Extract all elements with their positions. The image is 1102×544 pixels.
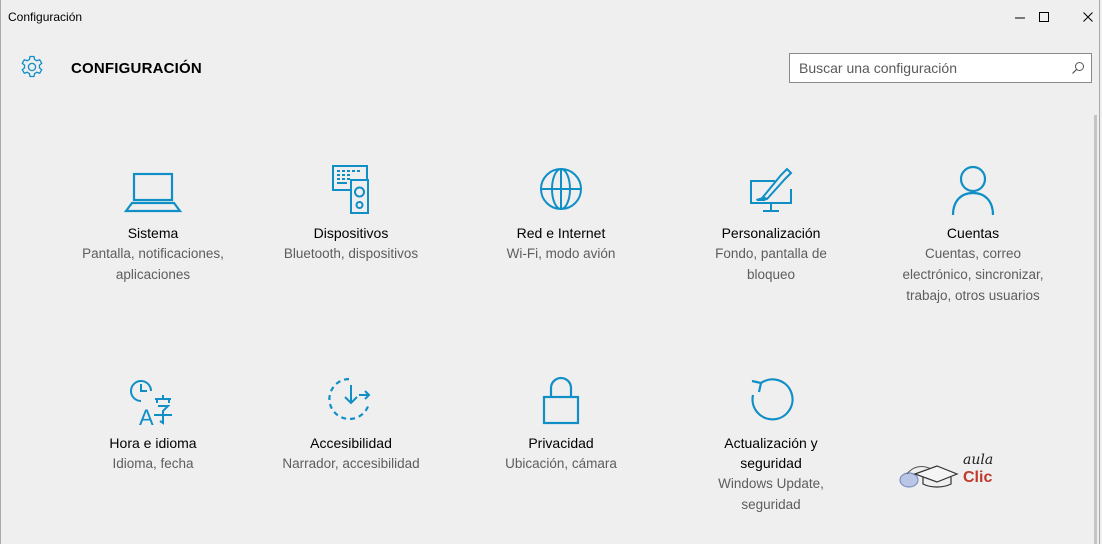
tile-desc: Fondo, pantalla de	[715, 246, 827, 261]
maximize-icon	[1039, 12, 1049, 22]
search-placeholder: Buscar una configuración	[799, 60, 957, 76]
close-icon	[1083, 12, 1093, 22]
tile-name: Sistema	[127, 225, 179, 241]
tile-desc: trabajo, otros usuarios	[906, 288, 1040, 303]
tile-cuentas[interactable]: Cuentas Cuentas, correo electrónico, sin…	[873, 163, 1073, 306]
tile-name: Dispositivos	[313, 225, 389, 241]
tile-sistema[interactable]: Sistema Pantalla, notificaciones, aplica…	[53, 163, 253, 285]
tile-name: Accesibilidad	[310, 435, 392, 451]
tile-name: seguridad	[740, 455, 802, 471]
search-icon[interactable]	[1071, 61, 1085, 75]
tile-desc: seguridad	[741, 497, 801, 512]
person-icon	[951, 165, 995, 216]
tile-desc: Ubicación, cámara	[505, 456, 617, 471]
tile-desc: Cuentas, correo	[924, 246, 1022, 261]
lock-icon	[542, 376, 580, 425]
tile-dispositivos[interactable]: Dispositivos Bluetooth, dispositivos	[251, 163, 451, 264]
tile-personalizacion[interactable]: Personalización Fondo, pantalla de bloqu…	[671, 163, 871, 285]
tile-desc: aplicaciones	[115, 267, 191, 282]
search-input[interactable]: Buscar una configuración	[789, 53, 1092, 83]
close-button[interactable]	[1065, 0, 1102, 34]
maximize-button[interactable]	[1021, 0, 1067, 34]
tile-name: Cuentas	[946, 225, 1000, 241]
aulaclic-logo: aula Clic	[899, 452, 993, 488]
tile-desc: Bluetooth, dispositivos	[283, 246, 419, 261]
devices-icon	[332, 165, 369, 214]
tile-name: Personalización	[721, 225, 821, 241]
tile-desc: electrónico, sincronizar,	[902, 267, 1044, 282]
tile-desc: bloqueo	[746, 267, 796, 282]
accessibility-icon	[328, 377, 371, 421]
svg-text:A: A	[139, 405, 154, 429]
logo-text-clic: Clic	[963, 469, 992, 486]
tile-privacidad[interactable]: Privacidad Ubicación, cámara	[461, 373, 661, 474]
tile-name: Hora e idioma	[109, 435, 197, 451]
page-header: CONFIGURACIÓN Buscar una configuración	[1, 34, 1099, 94]
settings-window: Configuración CONFIGURACIÓN Buscar una c…	[0, 0, 1100, 544]
tile-actualizacion-seguridad[interactable]: Actualización y seguridad Windows Update…	[671, 373, 871, 515]
tile-desc: Pantalla, notificaciones,	[82, 246, 224, 261]
globe-icon	[540, 168, 582, 210]
tile-hora-idioma[interactable]: A Hora e idioma Idioma, fecha	[53, 373, 253, 474]
tile-name: Privacidad	[528, 435, 594, 451]
page-title: CONFIGURACIÓN	[71, 60, 202, 77]
tile-name: Actualización y	[724, 435, 818, 451]
laptop-icon	[123, 172, 183, 213]
tile-accesibilidad[interactable]: Accesibilidad Narrador, accesibilidad	[251, 373, 451, 474]
gear-icon	[21, 55, 43, 78]
personalization-icon	[750, 167, 793, 212]
tile-desc: Windows Update,	[718, 476, 824, 491]
time-language-icon: A	[130, 380, 172, 429]
tile-desc: Narrador, accesibilidad	[282, 456, 420, 471]
scrollbar[interactable]	[1094, 115, 1097, 544]
title-bar: Configuración	[1, 0, 1099, 34]
tile-desc: Idioma, fecha	[112, 456, 194, 471]
tile-name: Red e Internet	[516, 225, 606, 241]
tile-red-internet[interactable]: Red e Internet Wi-Fi, modo avión	[461, 163, 661, 264]
update-icon	[751, 378, 794, 421]
logo-text-aula: aula	[963, 452, 993, 468]
window-title: Configuración	[8, 10, 83, 24]
tile-desc: Wi-Fi, modo avión	[506, 246, 616, 261]
